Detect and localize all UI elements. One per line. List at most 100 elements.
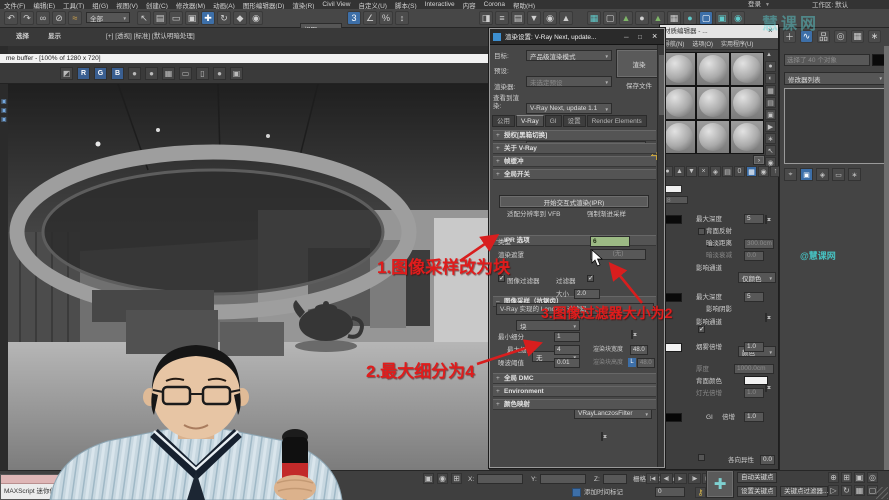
snap-toggle-icon[interactable]: 3 [347,11,361,25]
refl-affect-dropdown[interactable]: 仅颜色 [738,272,776,283]
scene-explorer-icon[interactable]: ▦ [587,11,601,25]
current-frame-field[interactable]: 0 [655,487,685,497]
refr-max-depth-field[interactable]: 5 [744,292,764,302]
object-name-field[interactable]: 选择了 40 个对象 [784,54,870,66]
close-icon[interactable]: × [768,26,773,35]
bucket-height-field[interactable]: 48.0 [637,358,655,368]
dialog-tab[interactable]: 设置 [562,115,586,127]
mask-none-button[interactable]: (无) [590,249,646,260]
material-sample-slot[interactable] [696,120,730,154]
utilities-tab-icon[interactable]: ∗ [868,30,881,43]
make-preview-icon[interactable]: ▶ [765,121,776,132]
refract-color-swatch[interactable] [662,293,682,302]
dialog-tab[interactable]: Render Elements [586,115,647,127]
filter-size-field[interactable]: 2.0 [574,289,600,299]
framebuffer-titlebar[interactable]: me buffer - [100% of 1280 x 720] [0,54,489,63]
select-by-name-icon[interactable]: ▤ [153,11,167,25]
menu-item[interactable]: Interactive [421,1,459,8]
menu-item[interactable]: 自定义(U) [354,0,391,10]
layer-manager-icon[interactable]: ▤ [511,11,525,25]
video-color-check-icon[interactable]: ▣ [765,109,776,120]
show-end-result-icon[interactable]: ▣ [800,168,813,181]
dialog-titlebar[interactable]: 渲染设置: V-Ray Next, update... ─ □ × [490,29,664,45]
noise-threshold-field[interactable]: 0.01 [554,358,580,368]
selfillum-mult-field[interactable]: 1.0 [744,412,764,422]
more-slots-button[interactable]: › [753,155,765,165]
maximize-viewport-icon[interactable]: ▦ [854,485,865,496]
x-coord-field[interactable] [477,474,523,484]
blue-channel-icon[interactable]: B [111,67,124,80]
select-object-icon[interactable]: ↖ [137,11,151,25]
scene-tab-select[interactable]: 选择 [16,32,29,41]
viewport-label[interactable]: [+] [透视] [标准] [默认明暗处理] [106,32,195,41]
rollout-header[interactable]: 全局 DMC [493,373,656,384]
scene-tab-display[interactable]: 显示 [48,32,61,41]
menu-item[interactable]: 修改器(M) [172,0,209,10]
rollout-header[interactable]: 颜色映射 [493,399,656,410]
close-icon[interactable]: × [652,31,657,41]
me-menu-item[interactable]: 选项(O) [688,39,717,48]
rollout-header[interactable]: Environment [493,386,656,397]
z-coord-field[interactable] [603,474,627,484]
assign-to-selection-icon[interactable]: ▼ [686,166,697,177]
undo-icon[interactable]: ↶ [4,11,18,25]
preset-dropdown[interactable]: 未选定预设 [526,76,612,87]
color-correction-icon[interactable]: ◩ [60,67,73,80]
menu-item[interactable]: 创建(C) [142,0,172,10]
motion-tab-icon[interactable]: ◎ [834,30,847,43]
fog-color-swatch[interactable] [662,343,682,352]
key-mode-button[interactable]: ✚ [706,470,734,498]
bucket-link-icon[interactable]: L [628,358,636,367]
viewport-layout-icon[interactable]: ▢ [603,11,617,25]
material-sample-slot[interactable] [662,120,696,154]
menu-item[interactable]: Corona [480,1,509,8]
filter-size-spinner[interactable] [601,432,603,441]
render-setup-icon[interactable]: ▢ [699,11,713,25]
material-sample-slot[interactable] [730,120,764,154]
gi-checkbox[interactable] [698,454,705,461]
auto-key-button[interactable]: 自动关键点 [737,472,777,483]
ribbon-icon[interactable]: ▼ [527,11,541,25]
affect-shadows-checkbox[interactable] [698,325,705,333]
grid-icon[interactable]: ▦ [667,11,681,25]
save-image-icon[interactable]: ▦ [162,67,175,80]
render-button[interactable]: 渲染 [616,49,662,78]
scale-icon[interactable]: ◆ [233,11,247,25]
material-sample-slot[interactable] [696,52,730,86]
put-to-scene-icon[interactable]: ▲ [674,166,685,177]
pin-stack-icon[interactable]: ⌖ [784,168,797,181]
dialog-tab[interactable]: 公用 [492,115,515,127]
render-last-icon[interactable]: ▣ [230,67,243,80]
minimize-icon[interactable]: ─ [624,33,629,42]
menu-item[interactable]: 动画(A) [209,0,239,10]
mono-channel-icon[interactable]: ● [145,67,158,80]
percent-snap-icon[interactable]: % [379,11,393,25]
backlight-icon[interactable]: ◐ [765,73,776,84]
curve-editor-icon[interactable]: ◉ [543,11,557,25]
y-coord-field[interactable] [540,474,586,484]
rollout-header[interactable]: 关于 V-Ray [493,143,656,154]
stop-render-icon[interactable]: ● [213,67,226,80]
material-sample-slot[interactable] [730,52,764,86]
back-color-swatch[interactable] [744,376,768,385]
material-editor-titlebar[interactable]: 材质编辑器 - ... [660,25,778,38]
configure-sets-icon[interactable]: ∗ [848,168,861,181]
spinner-snap-icon[interactable]: ↕ [395,11,409,25]
red-channel-icon[interactable]: R [77,67,90,80]
remove-modifier-icon[interactable]: ▭ [832,168,845,181]
rect-region-icon[interactable]: ▭ [169,11,183,25]
placement-icon[interactable]: ◉ [249,11,263,25]
min-subdivs-field[interactable]: 1 [554,332,580,342]
time-tag-icon[interactable] [572,488,581,497]
align-icon[interactable]: ≡ [495,11,509,25]
menu-item[interactable]: 文件(F) [0,0,29,10]
history-icon[interactable]: ▣ [1,107,7,114]
select-by-material-icon[interactable]: ↖ [765,145,776,156]
zoom-extents-icon[interactable]: ▣ [854,472,865,483]
thickness-field[interactable]: 1000.0cm [734,364,774,374]
forest-icon[interactable]: ▲ [619,11,633,25]
history-icon[interactable]: ▣ [1,116,7,123]
menu-item[interactable]: 视图(V) [112,0,142,10]
tree-icon[interactable]: ▲ [651,11,665,25]
show-end-result-icon[interactable]: ◉ [758,166,769,177]
